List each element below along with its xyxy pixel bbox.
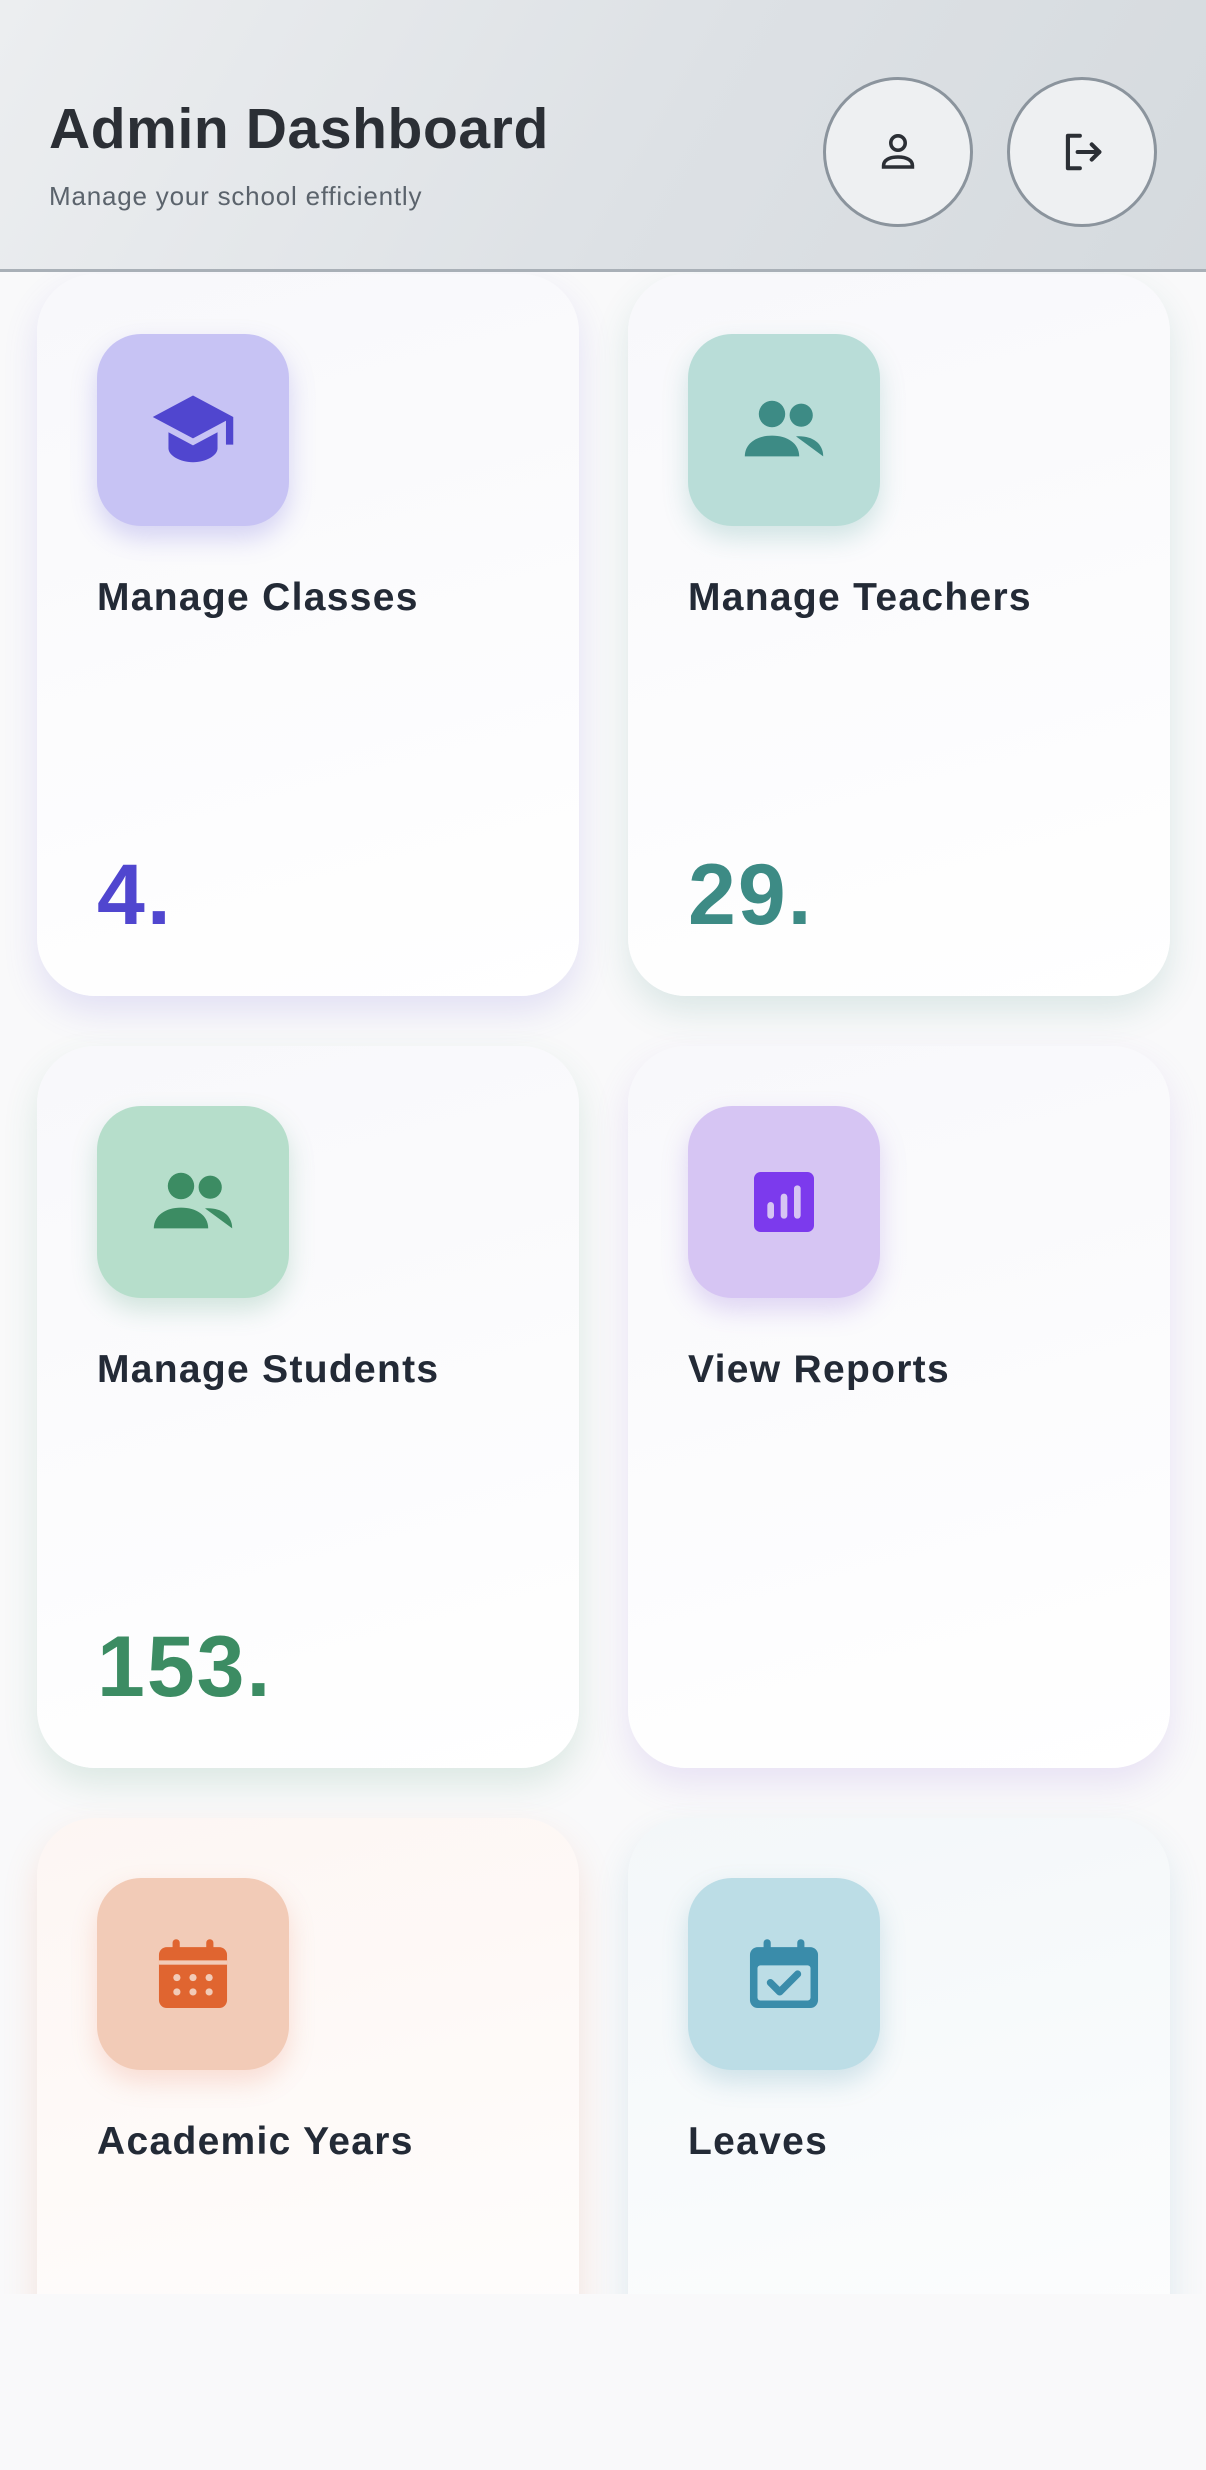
dashboard-grid: Manage Classes 4. Manage Teachers 29. Ma… bbox=[0, 272, 1206, 2294]
card-count: 29. bbox=[688, 847, 814, 943]
leaves-icon-tile bbox=[688, 1878, 880, 2070]
manage-classes-card[interactable]: Manage Classes 4. bbox=[37, 274, 579, 996]
calendar-icon bbox=[158, 1939, 228, 2009]
students-icon-tile bbox=[97, 1106, 289, 1298]
page-subtitle: Manage your school efficiently bbox=[49, 181, 423, 211]
card-label: Academic Years bbox=[97, 2120, 414, 2163]
group-icon bbox=[744, 400, 824, 457]
academic-years-icon-tile bbox=[97, 1878, 289, 2070]
manage-teachers-card[interactable]: Manage Teachers 29. bbox=[628, 274, 1170, 996]
logout-button[interactable] bbox=[1007, 77, 1157, 227]
card-label: Leaves bbox=[688, 2120, 829, 2163]
logout-icon bbox=[1065, 133, 1102, 171]
manage-students-card[interactable]: Manage Students 153. bbox=[37, 1046, 579, 1768]
graduation-cap-icon bbox=[152, 395, 234, 463]
profile-button[interactable] bbox=[823, 77, 973, 227]
bar-chart-icon bbox=[754, 1172, 814, 1232]
teachers-icon-tile bbox=[688, 334, 880, 526]
card-count: 4. bbox=[97, 847, 173, 943]
reports-icon-tile bbox=[688, 1106, 880, 1298]
card-count: 153. bbox=[97, 1619, 273, 1715]
card-label: Manage Students bbox=[97, 1348, 440, 1391]
academic-years-card[interactable]: Academic Years bbox=[37, 1818, 579, 2294]
calendar-check-icon bbox=[749, 1939, 819, 2009]
view-reports-card[interactable]: View Reports bbox=[628, 1046, 1170, 1768]
card-label: Manage Classes bbox=[97, 576, 419, 619]
app-header: Admin Dashboard Manage your school effic… bbox=[0, 0, 1206, 272]
group-icon bbox=[153, 1172, 233, 1229]
page-title: Admin Dashboard bbox=[49, 97, 549, 161]
card-label: Manage Teachers bbox=[688, 576, 1032, 619]
classes-icon-tile bbox=[97, 334, 289, 526]
card-label: View Reports bbox=[688, 1348, 950, 1391]
person-icon bbox=[881, 134, 915, 169]
leaves-card[interactable]: Leaves bbox=[628, 1818, 1170, 2294]
